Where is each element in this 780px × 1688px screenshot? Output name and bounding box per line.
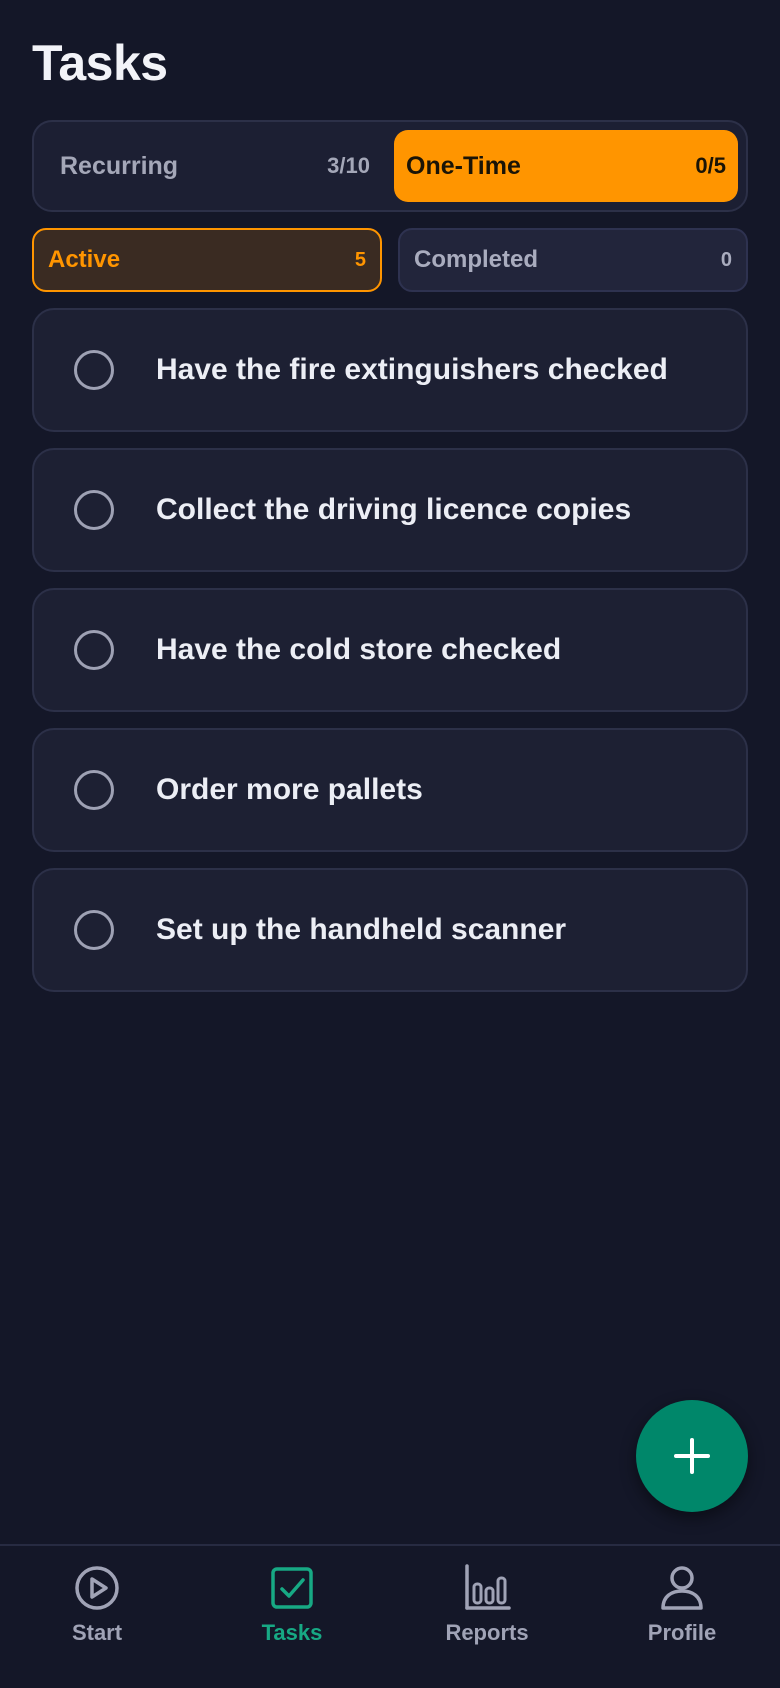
tasks-screen: Tasks Recurring 3/10 One-Time 0/5 Active… — [0, 0, 780, 1688]
filter-active-label: Active — [48, 246, 121, 273]
task-checkbox[interactable] — [74, 630, 114, 670]
filter-completed[interactable]: Completed 0 — [398, 228, 748, 292]
task-list: Have the fire extinguishers checked Coll… — [32, 308, 748, 1008]
task-item[interactable]: Set up the handheld scanner — [32, 868, 748, 992]
filter-completed-count: 0 — [720, 248, 732, 271]
task-checkbox[interactable] — [74, 910, 114, 950]
page-title: Tasks — [32, 35, 168, 91]
play-circle-icon — [75, 1566, 119, 1610]
task-checkbox[interactable] — [74, 770, 114, 810]
person-icon — [661, 1566, 703, 1610]
task-item[interactable]: Order more pallets — [32, 728, 748, 852]
nav-item-profile[interactable]: Profile — [612, 1562, 752, 1662]
task-label: Have the cold store checked — [156, 633, 562, 666]
task-item[interactable]: Have the fire extinguishers checked — [32, 308, 748, 432]
segment-recurring[interactable]: Recurring 3/10 — [40, 130, 384, 202]
task-label: Collect the driving licence copies — [156, 493, 632, 526]
filter-active-count: 5 — [354, 248, 366, 271]
task-checkbox[interactable] — [74, 490, 114, 530]
segment-one-time-count: 0/5 — [695, 153, 726, 178]
bottom-nav: Start Tasks Reports Profile — [0, 1544, 780, 1688]
checkbox-icon — [271, 1567, 313, 1609]
task-label: Set up the handheld scanner — [156, 913, 567, 946]
nav-label-start: Start — [71, 1620, 123, 1645]
task-label: Have the fire extinguishers checked — [156, 353, 668, 386]
bar-chart-icon — [465, 1564, 511, 1610]
segment-recurring-count: 3/10 — [327, 153, 370, 178]
task-item[interactable]: Collect the driving licence copies — [32, 448, 748, 572]
task-type-segmented-control: Recurring 3/10 One-Time 0/5 — [32, 120, 748, 212]
add-task-button[interactable] — [636, 1400, 748, 1512]
segment-one-time[interactable]: One-Time 0/5 — [394, 130, 738, 202]
nav-label-profile: Profile — [647, 1620, 717, 1645]
segment-one-time-label: One-Time — [406, 151, 521, 180]
nav-item-tasks[interactable]: Tasks — [222, 1562, 362, 1662]
filter-completed-label: Completed — [414, 246, 539, 273]
task-checkbox[interactable] — [74, 350, 114, 390]
nav-label-reports: Reports — [445, 1620, 529, 1645]
plus-icon — [674, 1438, 710, 1474]
nav-item-reports[interactable]: Reports — [417, 1562, 557, 1662]
nav-label-tasks: Tasks — [261, 1620, 323, 1645]
task-label: Order more pallets — [156, 773, 423, 806]
nav-item-start[interactable]: Start — [27, 1562, 167, 1662]
task-item[interactable]: Have the cold store checked — [32, 588, 748, 712]
filter-active[interactable]: Active 5 — [32, 228, 382, 292]
segment-recurring-label: Recurring — [60, 151, 179, 180]
